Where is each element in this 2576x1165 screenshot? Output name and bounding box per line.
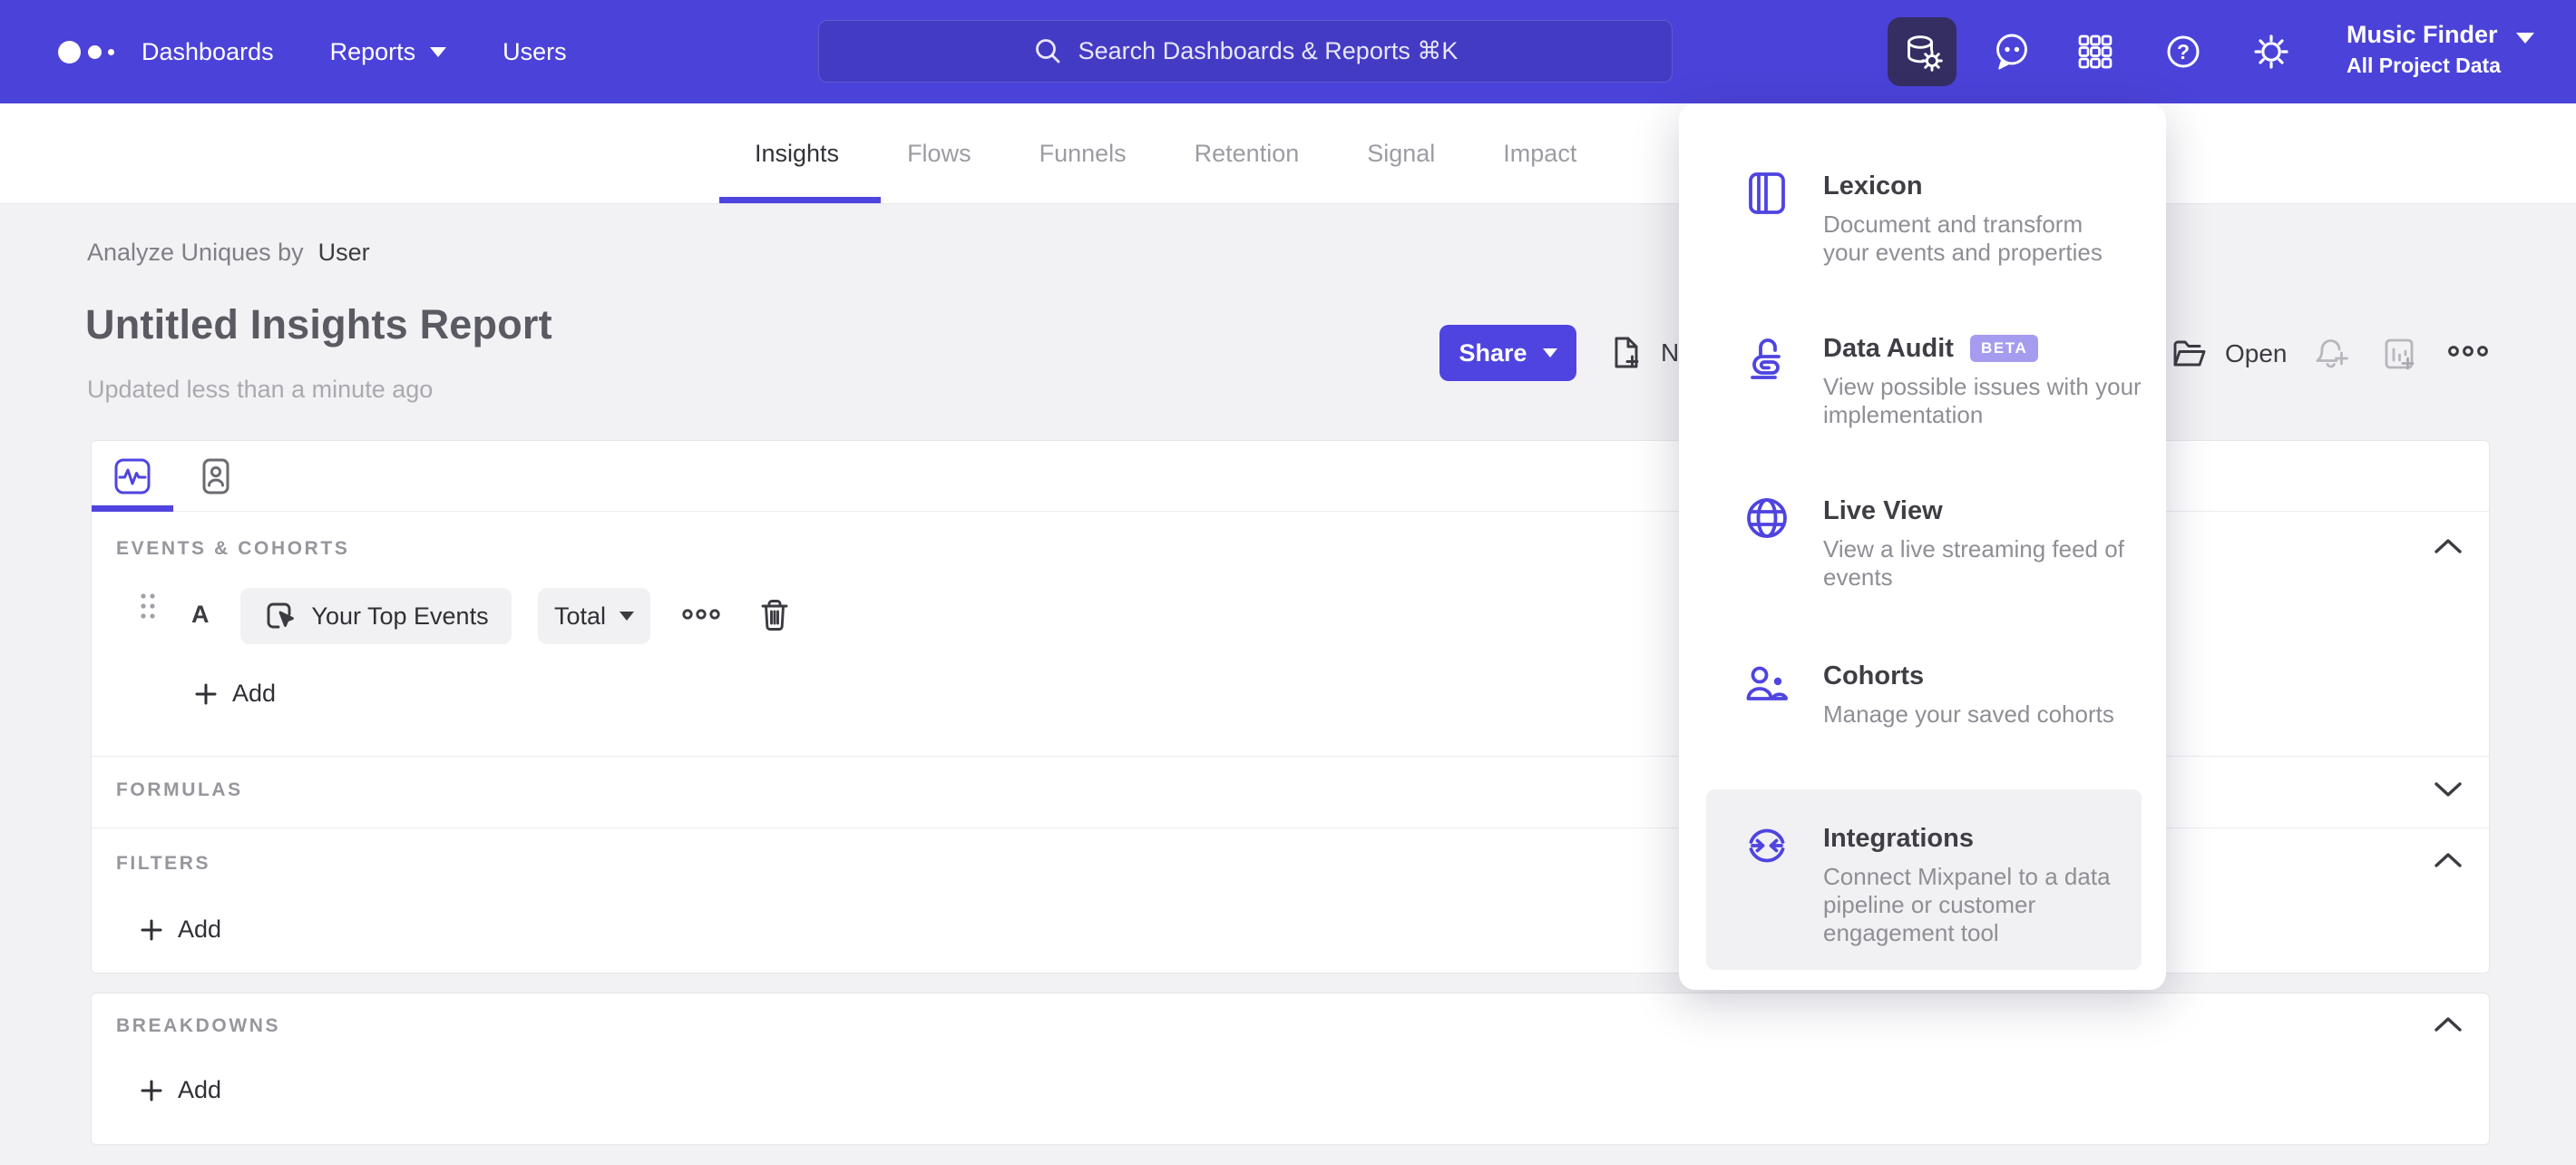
svg-text:?: ? bbox=[2177, 40, 2190, 64]
tab-flows[interactable]: Flows bbox=[907, 140, 971, 168]
create-alert-button[interactable] bbox=[2312, 334, 2352, 374]
data-management-button[interactable] bbox=[1888, 17, 1956, 86]
event-row-more-button[interactable] bbox=[682, 605, 720, 623]
mixpanel-logo[interactable] bbox=[58, 0, 140, 103]
search-icon bbox=[1035, 38, 1060, 63]
nav-dashboards[interactable]: Dashboards bbox=[141, 38, 274, 66]
add-filter-button[interactable]: Add bbox=[139, 915, 221, 944]
metrics-tab-icon bbox=[114, 458, 151, 494]
filters-collapse-icon[interactable] bbox=[2431, 849, 2465, 871]
menu-item-data-audit[interactable]: Data Audit BETA View possible issues wit… bbox=[1679, 330, 2166, 429]
data-audit-icon bbox=[1751, 338, 1781, 379]
apps-grid-icon bbox=[2078, 34, 2113, 69]
menu-item-live-view[interactable]: Live View View a live streaming feed of … bbox=[1679, 493, 2166, 592]
search-input[interactable]: Search Dashboards & Reports ⌘K bbox=[818, 20, 1673, 83]
menu-item-cohorts[interactable]: Cohorts Manage your saved cohorts bbox=[1679, 658, 2166, 729]
filters-section-label: FILTERS bbox=[116, 853, 211, 874]
breakdowns-section-label: BREAKDOWNS bbox=[116, 1015, 281, 1036]
tab-signal[interactable]: Signal bbox=[1367, 140, 1435, 168]
active-builder-tab-indicator bbox=[92, 505, 173, 512]
feedback-button[interactable] bbox=[1976, 17, 2045, 86]
nav-reports[interactable]: Reports bbox=[330, 38, 447, 66]
add-to-dashboard-button[interactable] bbox=[2380, 334, 2420, 374]
tab-funnels[interactable]: Funnels bbox=[1039, 140, 1127, 168]
breadcrumb-prefix: Analyze Uniques by bbox=[87, 239, 304, 266]
updated-status: Updated less than a minute ago bbox=[87, 376, 434, 403]
data-management-menu: Lexicon Document and transform your even… bbox=[1679, 103, 2166, 990]
breakdowns-collapse-icon[interactable] bbox=[2431, 1013, 2465, 1035]
cohorts-icon bbox=[1746, 666, 1788, 700]
help-button[interactable]: ? bbox=[2149, 17, 2218, 86]
apps-grid-button[interactable] bbox=[2061, 17, 2130, 86]
primary-nav: Dashboards Reports Users bbox=[141, 0, 567, 103]
beta-badge: BETA bbox=[1969, 335, 2039, 362]
plus-icon bbox=[141, 1080, 162, 1101]
data-management-icon bbox=[1908, 35, 1943, 72]
profiles-tab[interactable] bbox=[196, 456, 236, 496]
feedback-icon bbox=[1996, 34, 2027, 70]
events-collapse-icon[interactable] bbox=[2431, 535, 2465, 557]
menu-item-integrations[interactable]: Integrations Connect Mixpanel to a data … bbox=[1679, 820, 2166, 947]
project-switcher[interactable]: Music Finder All Project Data bbox=[2347, 18, 2501, 80]
project-name: Music Finder bbox=[2347, 21, 2498, 48]
search-placeholder: Search Dashboards & Reports ⌘K bbox=[1078, 37, 1459, 64]
breakdowns-card: BREAKDOWNS Add bbox=[91, 993, 2490, 1145]
add-breakdown-button[interactable]: Add bbox=[139, 1076, 221, 1104]
plus-icon bbox=[141, 919, 162, 940]
formulas-section-label: FORMULAS bbox=[116, 779, 243, 800]
tab-impact[interactable]: Impact bbox=[1503, 140, 1576, 168]
tab-insights[interactable]: Insights bbox=[755, 140, 839, 168]
new-report-icon bbox=[1615, 337, 1639, 368]
tab-retention[interactable]: Retention bbox=[1195, 140, 1300, 168]
events-section-label: EVENTS & COHORTS bbox=[116, 538, 350, 559]
project-scope: All Project Data bbox=[2347, 54, 2501, 77]
mixpanel-app: Dashboards Reports Users Search Dashboar… bbox=[0, 0, 2576, 1165]
event-row-letter: A bbox=[191, 601, 210, 628]
page-title[interactable]: Untitled Insights Report bbox=[85, 301, 552, 348]
event-icon bbox=[267, 602, 295, 629]
event-selector[interactable]: Your Top Events bbox=[240, 588, 512, 644]
share-caret-icon bbox=[1542, 348, 1557, 357]
delete-icon bbox=[761, 600, 788, 631]
project-caret-icon[interactable] bbox=[2516, 33, 2534, 60]
help-icon: ? bbox=[2167, 35, 2200, 68]
formulas-expand-icon[interactable] bbox=[2431, 778, 2465, 800]
lexicon-icon bbox=[1749, 172, 1785, 214]
live-view-icon bbox=[1747, 498, 1787, 538]
settings-button[interactable] bbox=[2237, 17, 2306, 86]
bell-plus-icon bbox=[2316, 339, 2348, 368]
aggregation-selector[interactable]: Total bbox=[538, 588, 650, 644]
menu-item-lexicon[interactable]: Lexicon Document and transform your even… bbox=[1679, 168, 2166, 267]
metrics-tab[interactable] bbox=[112, 456, 152, 496]
more-actions-button[interactable] bbox=[2447, 341, 2489, 361]
share-button[interactable]: Share bbox=[1439, 325, 1576, 381]
analysis-breadcrumb: Analyze Uniques by User bbox=[87, 239, 370, 267]
drag-handle[interactable] bbox=[139, 592, 157, 620]
settings-gear-icon bbox=[2254, 34, 2288, 69]
top-nav: Dashboards Reports Users Search Dashboar… bbox=[0, 0, 2576, 103]
aggregation-caret-icon bbox=[620, 612, 635, 621]
event-row-delete-button[interactable] bbox=[756, 597, 793, 635]
nav-users[interactable]: Users bbox=[503, 38, 567, 66]
integrations-icon bbox=[1749, 828, 1785, 863]
add-event-button[interactable]: Add bbox=[193, 680, 276, 708]
breadcrumb-value[interactable]: User bbox=[318, 239, 370, 266]
row-more-icon bbox=[682, 609, 720, 620]
more-icon bbox=[2448, 346, 2488, 357]
active-tab-indicator bbox=[719, 197, 881, 203]
plus-icon bbox=[195, 683, 217, 704]
reports-caret-icon bbox=[430, 46, 447, 57]
chart-plus-icon bbox=[2385, 338, 2415, 370]
profiles-tab-icon bbox=[202, 458, 229, 494]
